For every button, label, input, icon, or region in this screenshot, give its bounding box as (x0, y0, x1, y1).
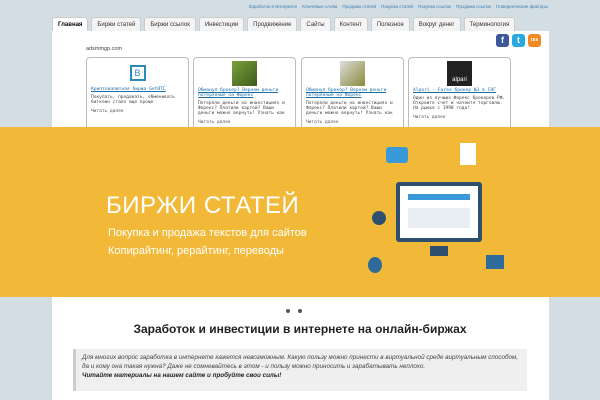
top-link[interactable]: Покупка статей (381, 4, 413, 10)
ad-image (340, 61, 365, 86)
monitor-stand (430, 246, 448, 256)
top-link[interactable]: Продажа ссылок (456, 4, 491, 10)
main-nav: Главная Биржи статей Биржи ссылок Инвест… (52, 17, 549, 31)
twitter-icon[interactable]: t (512, 34, 525, 47)
ad-read-more[interactable]: Читать далее (306, 120, 399, 125)
rss-icon[interactable]: rss (528, 34, 541, 47)
banner-subtitle: Копирайтинг, рерайтинг, переводы (108, 245, 284, 257)
ad-read-more[interactable]: Читать далее (198, 120, 291, 125)
cart-icon (486, 255, 504, 269)
slider-dot[interactable] (286, 309, 290, 313)
ad-desc: Потеряли деньги на инвестициях и Форекс?… (198, 101, 285, 116)
alpari-logo: alpari (447, 61, 472, 86)
globe-icon (372, 211, 386, 225)
chat-icon (386, 147, 408, 163)
hero-banner[interactable]: БИРЖИ СТАТЕЙ Покупка и продажа текстов д… (0, 127, 600, 297)
tab-link-exchanges[interactable]: Биржи ссылок (144, 17, 196, 31)
tab-home[interactable]: Главная (52, 17, 89, 31)
ad-image (232, 61, 257, 86)
slider-dots (286, 309, 302, 313)
facebook-icon[interactable]: f (496, 34, 509, 47)
monitor-illustration-icon (396, 182, 482, 242)
banner-title: БИРЖИ СТАТЕЙ (106, 192, 300, 219)
banner-subtitle: Покупка и продажа текстов для сайтов (108, 227, 307, 239)
tab-promotion[interactable]: Продвижение (247, 17, 298, 31)
intro-quote: Для многих вопрос заработка в интернете … (73, 349, 527, 391)
top-links: Заработок в Интернете Ключевые слова Про… (196, 4, 548, 10)
top-link[interactable]: Заработок в Интернете (249, 4, 298, 10)
tab-sites[interactable]: Сайты (300, 17, 331, 31)
document-icon (460, 143, 476, 165)
top-link[interactable]: Ключевые слова (302, 4, 337, 10)
ad-desc: Покупать, продавать, обменивать биткоин … (91, 95, 175, 105)
tab-article-exchanges[interactable]: Биржи статей (91, 17, 142, 31)
ad-desc: Один из лучших Форекс брокеров РФ. Откро… (413, 96, 506, 111)
getbtc-logo-icon: B (129, 65, 146, 81)
ad-title[interactable]: Криптовалютная биржа GetBTC (91, 87, 184, 92)
tab-useful[interactable]: Полезное (370, 17, 410, 31)
ad-title[interactable]: Обманул брокер? Вернем деньги потерянные… (306, 88, 399, 98)
top-link[interactable]: Продажа статей (342, 4, 376, 10)
tab-investments[interactable]: Инвестиции (198, 17, 245, 31)
tab-terminology[interactable]: Терминология (463, 17, 516, 31)
tab-money[interactable]: Вокруг денег (412, 17, 461, 31)
page-heading: Заработок и инвестиции в интернете на он… (133, 322, 467, 336)
ad-title[interactable]: Обманул брокер? Вернем деньги потерянные… (198, 88, 291, 98)
ad-desc: Потеряли деньги на инвестициях и Форекс?… (306, 101, 393, 116)
site-label: adsmmgp.com (86, 46, 123, 52)
ad-title[interactable]: Alpari - Forex брокер №1 в СНГ (413, 88, 506, 93)
top-link[interactable]: Покупка ссылок (418, 4, 451, 10)
top-link[interactable]: Поведенческие факторы (496, 4, 548, 10)
ad-read-more[interactable]: Читать далее (413, 115, 506, 120)
tab-content[interactable]: Контент (333, 17, 368, 31)
social-links: f t rss (496, 34, 541, 47)
intro-text: Для многих вопрос заработка в интернете … (82, 354, 519, 370)
money-bag-icon (368, 257, 382, 273)
intro-bold: Читайте материалы на нашем сайте и пробу… (82, 372, 282, 379)
slider-dot[interactable] (298, 309, 302, 313)
ad-read-more[interactable]: Читать далее (91, 109, 184, 114)
